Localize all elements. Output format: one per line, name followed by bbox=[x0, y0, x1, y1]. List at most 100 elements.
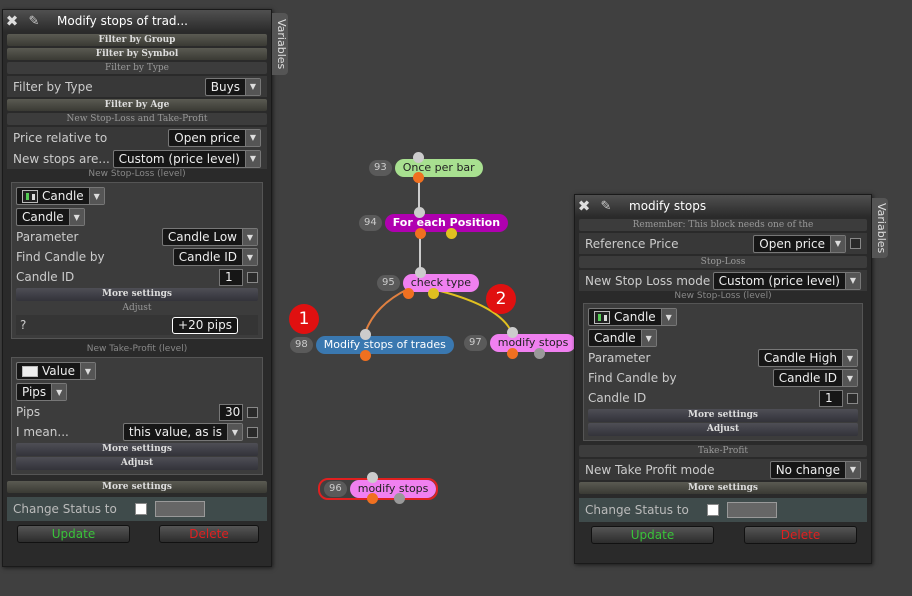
tp-mode-row: New Take Profit mode No change ▼ bbox=[579, 459, 867, 480]
parameter-select[interactable]: Candle Low ▼ bbox=[161, 228, 258, 246]
variables-tab-left[interactable]: Variables bbox=[272, 13, 288, 75]
output-port[interactable] bbox=[507, 348, 518, 359]
panel-title-bar[interactable]: ✖ ✎ Modify stops of trad... bbox=[3, 10, 271, 32]
new-stops-select[interactable]: Custom (price level) ▼ bbox=[112, 149, 261, 168]
node-label: modify stops bbox=[489, 334, 577, 352]
candle-id-row: Candle ID 1 bbox=[12, 267, 262, 287]
output-port[interactable] bbox=[403, 288, 414, 299]
delete-button[interactable]: Delete bbox=[159, 525, 259, 543]
input-port[interactable] bbox=[414, 207, 425, 218]
candle-id-input[interactable]: 1 bbox=[219, 268, 243, 286]
candle-id-variable-checkbox[interactable] bbox=[247, 271, 258, 283]
pips-input[interactable]: 30 bbox=[219, 403, 243, 421]
output-port[interactable] bbox=[367, 493, 378, 504]
filter-type-label: Filter by Type bbox=[13, 79, 93, 94]
tp-subtype-select[interactable]: Pips ▼ bbox=[16, 383, 68, 401]
reference-price-variable-checkbox[interactable] bbox=[850, 238, 861, 249]
select-value: Candle bbox=[42, 189, 84, 203]
candle-id-input[interactable]: 1 bbox=[819, 389, 843, 407]
output-port[interactable] bbox=[428, 288, 439, 299]
sl-subtype-select[interactable]: Candle ▼ bbox=[16, 208, 85, 226]
output-port[interactable] bbox=[534, 348, 545, 359]
output-port[interactable] bbox=[360, 350, 371, 361]
chevron-down-icon: ▼ bbox=[68, 209, 84, 225]
workflow-node-for-each-position[interactable]: 94 For each Position bbox=[355, 213, 509, 233]
more-settings-button[interactable]: More settings bbox=[16, 443, 258, 456]
close-icon[interactable]: ✖ bbox=[575, 197, 593, 215]
sl-type-select[interactable]: Candle ▼ bbox=[588, 308, 677, 326]
new-sl-tp-header: New Stop-Loss and Take-Profit bbox=[7, 113, 267, 125]
select-value: Candle Low bbox=[167, 230, 237, 244]
find-candle-select[interactable]: Candle ID ▼ bbox=[172, 248, 258, 266]
input-port[interactable] bbox=[360, 329, 371, 340]
input-port[interactable] bbox=[415, 267, 426, 278]
select-value: Open price bbox=[174, 130, 240, 145]
change-status-checkbox[interactable] bbox=[134, 503, 147, 515]
filter-by-symbol-header[interactable]: Filter by Symbol bbox=[7, 48, 267, 60]
input-port[interactable] bbox=[413, 152, 424, 163]
filter-by-type-header[interactable]: Filter by Type bbox=[7, 62, 267, 74]
filter-type-select[interactable]: Buys ▼ bbox=[204, 77, 261, 96]
more-settings-button[interactable]: More settings bbox=[588, 409, 858, 422]
update-button[interactable]: Update bbox=[591, 526, 714, 544]
find-candle-row: Find Candle by Candle ID ▼ bbox=[12, 247, 262, 267]
input-port[interactable] bbox=[367, 472, 378, 483]
workflow-node-once-per-bar[interactable]: 93 Once per bar bbox=[365, 158, 483, 178]
panel-title-bar[interactable]: ✖ ✎ modify stops bbox=[575, 195, 871, 217]
input-port[interactable] bbox=[507, 327, 518, 338]
pin-icon[interactable]: ✎ bbox=[21, 14, 47, 29]
new-stops-row: New stops are... Custom (price level) ▼ bbox=[7, 148, 267, 169]
filter-by-group-header[interactable]: Filter by Group bbox=[7, 34, 267, 46]
tp-mode-select[interactable]: No change ▼ bbox=[769, 460, 861, 479]
chevron-down-icon: ▼ bbox=[245, 150, 260, 167]
candle-id-variable-checkbox[interactable] bbox=[847, 392, 858, 404]
tp-type-select[interactable]: Value ▼ bbox=[16, 362, 96, 380]
adjust-header[interactable]: Adjust bbox=[16, 302, 258, 314]
output-port[interactable] bbox=[415, 228, 426, 239]
pips-variable-checkbox[interactable] bbox=[247, 406, 258, 418]
workflow-node-modify-stops-97[interactable]: 97 modify stops bbox=[460, 333, 577, 353]
node-id: 94 bbox=[359, 215, 382, 231]
more-settings-button[interactable]: More settings bbox=[16, 288, 258, 301]
mean-select[interactable]: this value, as is ▼ bbox=[122, 423, 243, 441]
output-port[interactable] bbox=[394, 493, 405, 504]
filter-by-age-header[interactable]: Filter by Age bbox=[7, 99, 267, 111]
parameter-select[interactable]: Candle High ▼ bbox=[757, 349, 858, 367]
output-port[interactable] bbox=[446, 228, 457, 239]
status-color-swatch[interactable] bbox=[726, 502, 777, 518]
price-relative-select[interactable]: Open price ▼ bbox=[168, 128, 261, 147]
workflow-node-modify-stops-96[interactable]: 96 modify stops bbox=[318, 478, 439, 500]
pin-icon[interactable]: ✎ bbox=[593, 199, 619, 214]
select-value: Buys bbox=[210, 79, 240, 94]
remember-note: Remember: This block needs one of the bbox=[579, 219, 867, 231]
sl-type-select[interactable]: Candle ▼ bbox=[16, 187, 105, 205]
adjust-button[interactable]: Adjust bbox=[588, 423, 858, 436]
sl-subtype-select[interactable]: Candle ▼ bbox=[588, 329, 657, 347]
take-profit-header[interactable]: Take-Profit bbox=[579, 445, 867, 457]
parameter-row: Parameter Candle Low ▼ bbox=[12, 227, 262, 247]
update-button[interactable]: Update bbox=[17, 525, 130, 543]
reference-price-label: Reference Price bbox=[585, 236, 679, 251]
status-color-swatch[interactable] bbox=[154, 501, 205, 517]
tp-mode-label: New Take Profit mode bbox=[585, 462, 715, 477]
adjust-button[interactable]: Adjust bbox=[16, 457, 258, 470]
change-status-checkbox[interactable] bbox=[706, 504, 719, 516]
close-icon[interactable]: ✖ bbox=[3, 12, 21, 30]
output-port[interactable] bbox=[413, 172, 424, 183]
sl-mode-label: New Stop Loss mode bbox=[585, 273, 711, 288]
delete-button[interactable]: Delete bbox=[744, 526, 857, 544]
find-candle-select[interactable]: Candle ID ▼ bbox=[772, 369, 858, 387]
select-value: No change bbox=[775, 462, 840, 477]
adjust-input[interactable]: +20 pips bbox=[172, 316, 238, 334]
sl-mode-select[interactable]: Custom (price level) ▼ bbox=[712, 271, 861, 290]
mean-variable-checkbox[interactable] bbox=[247, 426, 258, 438]
sl-subtype-row: Candle ▼ bbox=[584, 328, 862, 348]
more-settings-button[interactable]: More settings bbox=[579, 482, 867, 494]
reference-price-select[interactable]: Open price ▼ bbox=[753, 234, 846, 253]
more-settings-button[interactable]: More settings bbox=[7, 481, 267, 493]
stop-loss-header[interactable]: Stop-Loss bbox=[579, 256, 867, 268]
workflow-node-check-type[interactable]: 95 check type bbox=[373, 273, 480, 293]
sl-mode-row: New Stop Loss mode Custom (price level) ▼ bbox=[579, 270, 867, 291]
parameter-label: Parameter bbox=[588, 351, 651, 365]
variables-tab-right[interactable]: Variables bbox=[872, 198, 888, 258]
